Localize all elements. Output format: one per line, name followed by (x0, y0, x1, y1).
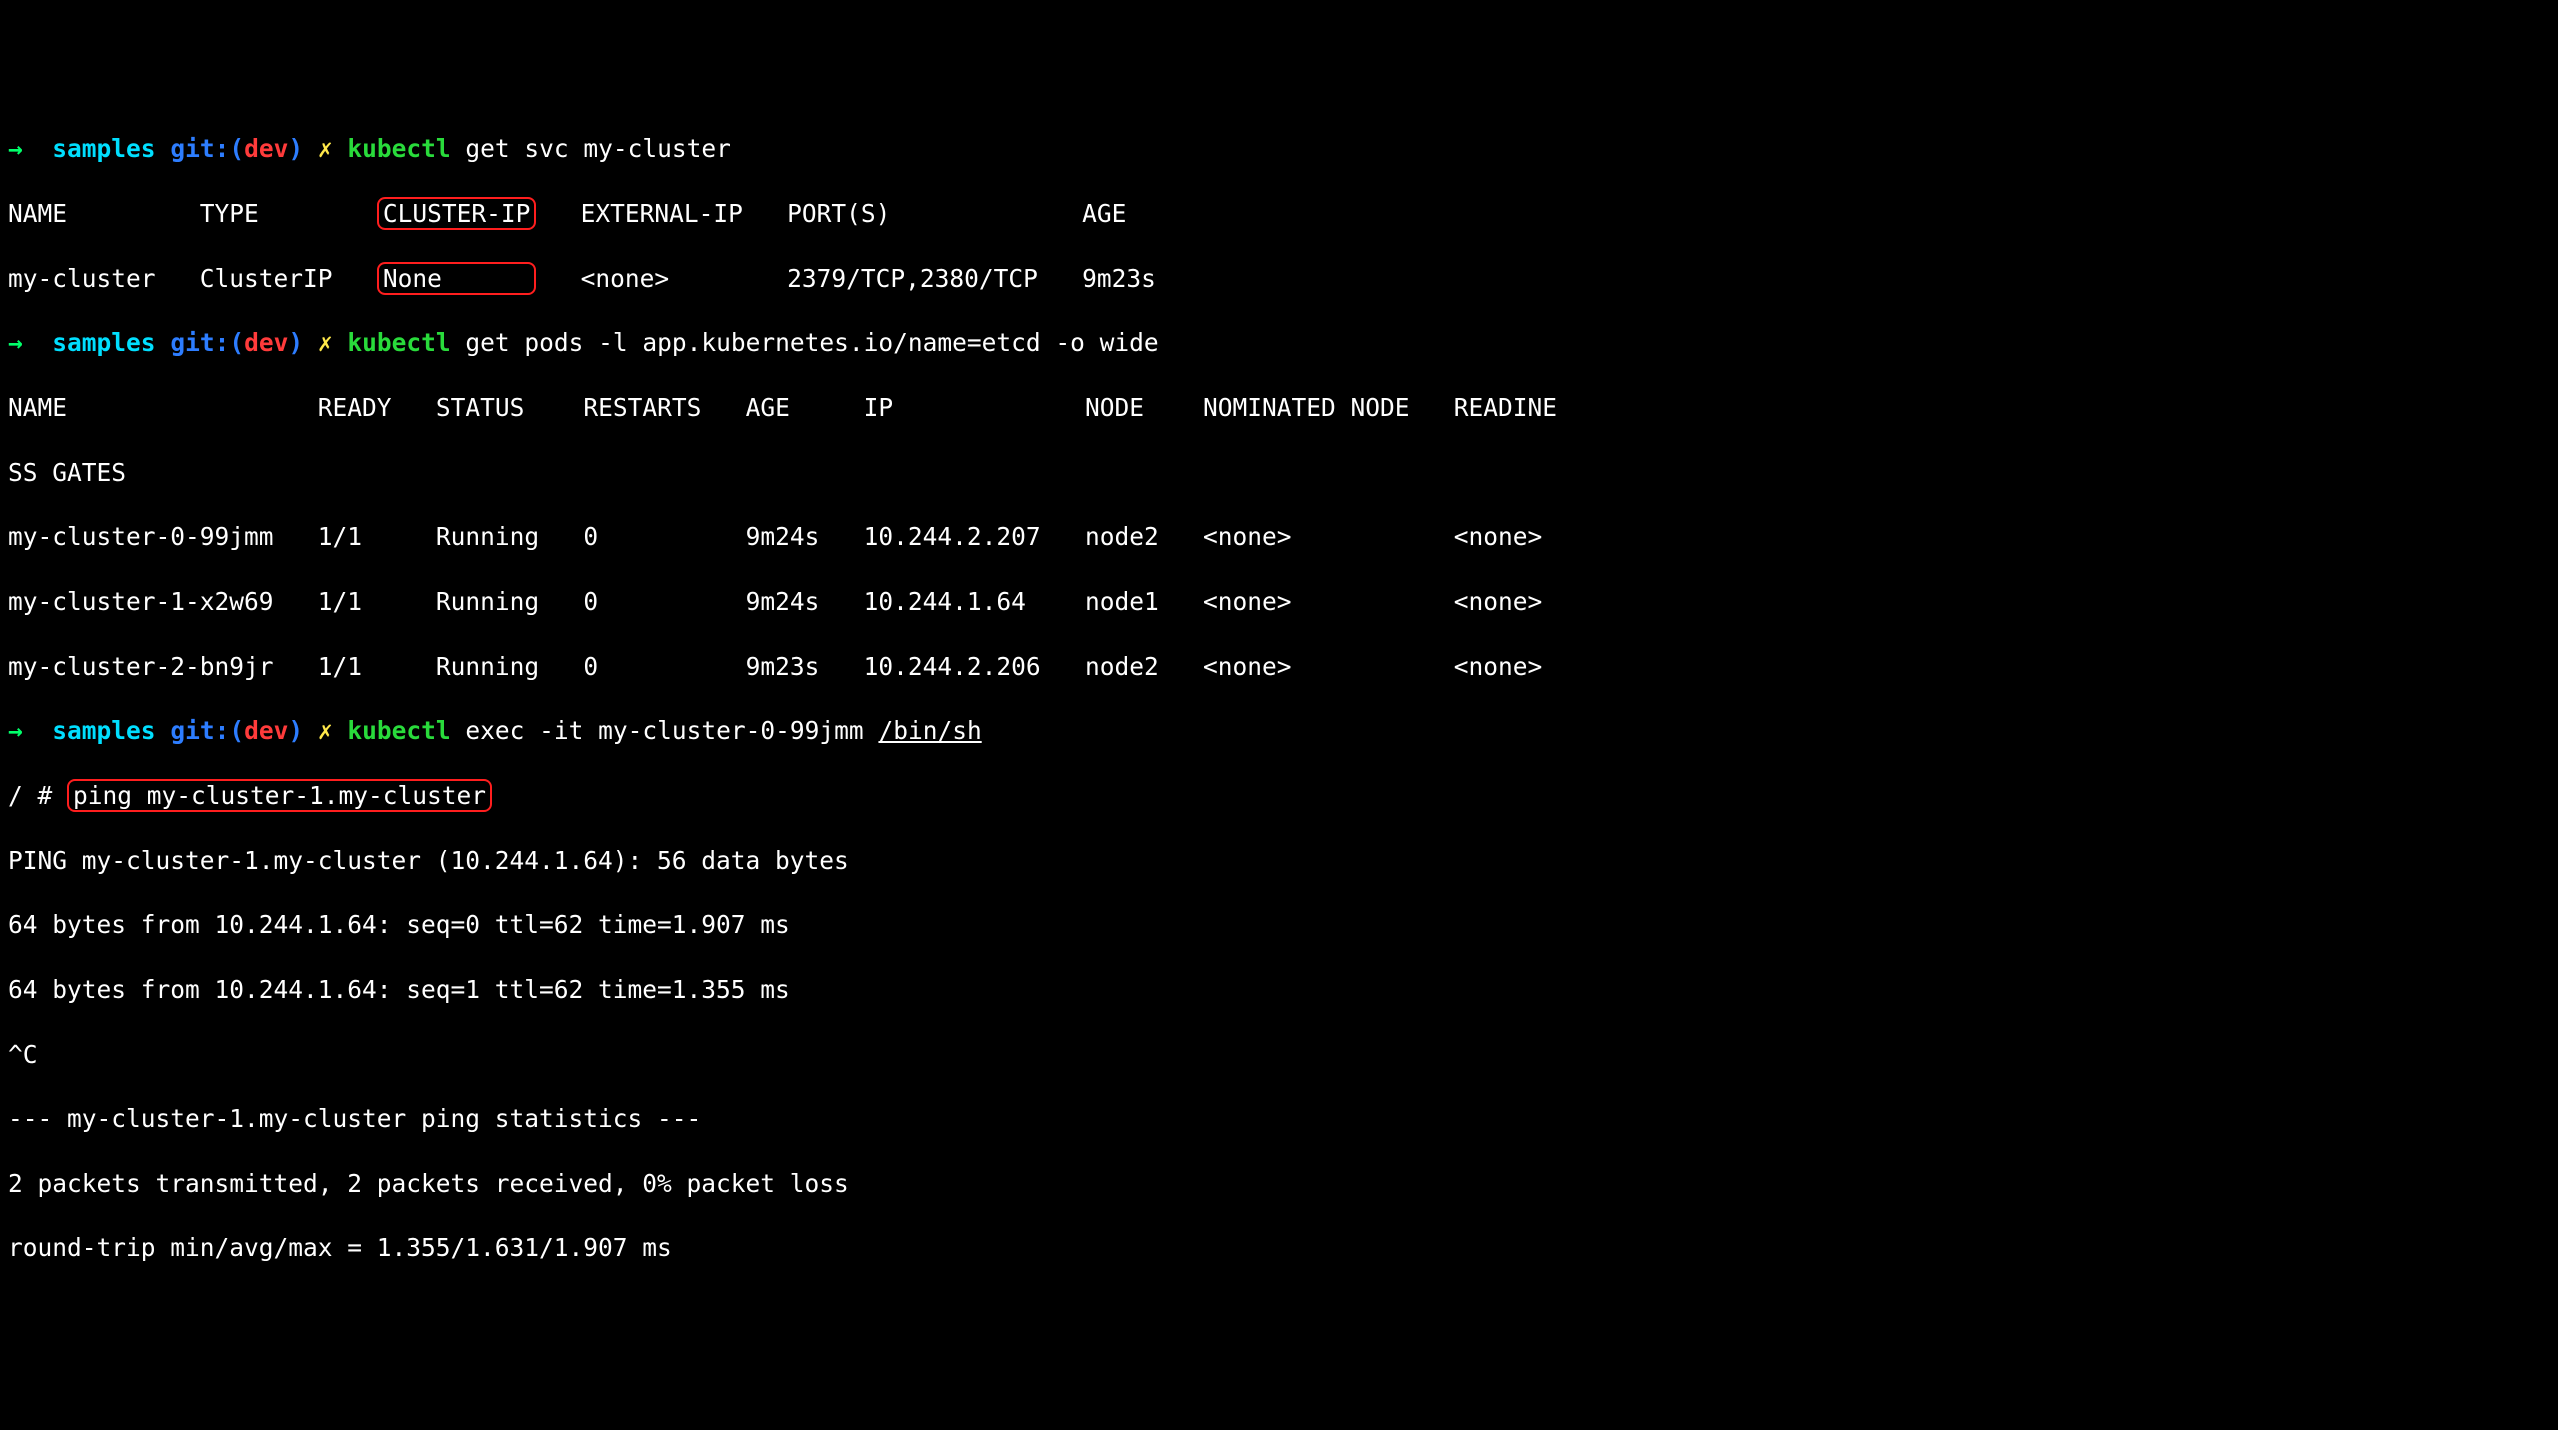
ping-output: PING my-cluster-1.my-cluster (10.244.1.6… (8, 845, 2550, 877)
col-age: AGE (746, 393, 790, 422)
svc-name: my-cluster (8, 264, 156, 293)
table-row: my-cluster-2-bn9jr 1/1 Running 0 9m23s 1… (8, 651, 2550, 683)
svc-type: ClusterIP (200, 264, 333, 293)
pod-age: 9m24s (746, 587, 820, 616)
col-readine: READINE (1454, 393, 1557, 422)
col-node: NODE (1085, 393, 1144, 422)
x-icon: ✗ (318, 716, 333, 745)
command-rest-b: /bin/sh (878, 716, 981, 745)
pod-nominated: <none> (1203, 587, 1292, 616)
ping-interrupt: ^C (8, 1039, 2550, 1071)
svc-externalip: <none> (581, 264, 670, 293)
command-word: kubectl (347, 134, 450, 163)
command-rest-a: exec -it my-cluster-0-99jmm (451, 716, 879, 745)
x-icon: ✗ (318, 134, 333, 163)
svc-header: NAME TYPE CLUSTER-IP EXTERNAL-IP PORT(S)… (8, 198, 2550, 230)
pod-ready: 1/1 (318, 652, 362, 681)
svc-clusterip: None (383, 264, 442, 293)
pod-name: my-cluster-1-x2w69 (8, 587, 274, 616)
git-branch: dev (244, 716, 288, 745)
pod-nominated: <none> (1203, 652, 1292, 681)
ping-stats: 2 packets transmitted, 2 packets receive… (8, 1168, 2550, 1200)
ping-stats-header: --- my-cluster-1.my-cluster ping statist… (8, 1103, 2550, 1135)
col-ip: IP (864, 393, 894, 422)
command-word: kubectl (347, 716, 450, 745)
pod-node: node2 (1085, 522, 1159, 551)
prompt-line-1[interactable]: → samples git:(dev) ✗ kubectl get svc my… (8, 133, 2550, 165)
ping-output: 64 bytes from 10.244.1.64: seq=1 ttl=62 … (8, 974, 2550, 1006)
prompt-line-3[interactable]: → samples git:(dev) ✗ kubectl exec -it m… (8, 715, 2550, 747)
col-status: STATUS (436, 393, 525, 422)
x-icon: ✗ (318, 328, 333, 357)
pod-node: node1 (1085, 587, 1159, 616)
pod-restarts: 0 (583, 652, 598, 681)
pod-age: 9m23s (746, 652, 820, 681)
pod-readine: <none> (1454, 652, 1543, 681)
col-externalip: EXTERNAL-IP (581, 199, 743, 228)
pod-ready: 1/1 (318, 587, 362, 616)
pod-status: Running (436, 587, 539, 616)
pod-readine: <none> (1454, 587, 1543, 616)
col-name: NAME (8, 199, 67, 228)
pod-name: my-cluster-2-bn9jr (8, 652, 274, 681)
command-rest: get svc my-cluster (451, 134, 731, 163)
ss-gates: SS GATES (8, 458, 126, 487)
pod-age: 9m24s (746, 522, 820, 551)
col-nominated: NOMINATED NODE (1203, 393, 1410, 422)
shell-command: ping my-cluster-1.my-cluster (73, 781, 486, 810)
pods-header-wrap: SS GATES (8, 457, 2550, 489)
highlight-box-clusterip-value: None (377, 262, 537, 295)
pod-restarts: 0 (583, 587, 598, 616)
prompt-dir: samples (52, 328, 155, 357)
pod-nominated: <none> (1203, 522, 1292, 551)
git-prefix: git:( (170, 134, 244, 163)
col-ready: READY (318, 393, 392, 422)
git-prefix: git:( (170, 716, 244, 745)
col-ports: PORT(S) (787, 199, 890, 228)
col-clusterip: CLUSTER-IP (383, 199, 531, 228)
git-branch: dev (244, 328, 288, 357)
prompt-dir: samples (52, 134, 155, 163)
svc-row: my-cluster ClusterIP None <none> 2379/TC… (8, 263, 2550, 295)
pod-ip: 10.244.2.206 (864, 652, 1041, 681)
git-prefix: git:( (170, 328, 244, 357)
pod-ready: 1/1 (318, 522, 362, 551)
prompt-arrow-icon: → (8, 134, 23, 163)
shell-prompt: / # (8, 781, 67, 810)
git-branch: dev (244, 134, 288, 163)
pod-restarts: 0 (583, 522, 598, 551)
prompt-line-2[interactable]: → samples git:(dev) ✗ kubectl get pods -… (8, 327, 2550, 359)
pod-ip: 10.244.2.207 (864, 522, 1041, 551)
highlight-box-clusterip-header: CLUSTER-IP (377, 197, 537, 230)
pod-ip: 10.244.1.64 (864, 587, 1026, 616)
col-age: AGE (1082, 199, 1126, 228)
prompt-dir: samples (52, 716, 155, 745)
table-row: my-cluster-0-99jmm 1/1 Running 0 9m24s 1… (8, 521, 2550, 553)
ping-output: 64 bytes from 10.244.1.64: seq=0 ttl=62 … (8, 909, 2550, 941)
ping-stats: round-trip min/avg/max = 1.355/1.631/1.9… (8, 1232, 2550, 1264)
col-restarts: RESTARTS (583, 393, 701, 422)
pods-header: NAME READY STATUS RESTARTS AGE IP NODE N… (8, 392, 2550, 424)
pod-status: Running (436, 652, 539, 681)
prompt-arrow-icon: → (8, 328, 23, 357)
svc-ports: 2379/TCP,2380/TCP (787, 264, 1038, 293)
git-suffix: ) (288, 716, 303, 745)
shell-prompt-line[interactable]: / # ping my-cluster-1.my-cluster (8, 780, 2550, 812)
pod-status: Running (436, 522, 539, 551)
git-suffix: ) (288, 328, 303, 357)
col-name: NAME (8, 393, 67, 422)
command-word: kubectl (347, 328, 450, 357)
table-row: my-cluster-1-x2w69 1/1 Running 0 9m24s 1… (8, 586, 2550, 618)
pod-readine: <none> (1454, 522, 1543, 551)
pod-node: node2 (1085, 652, 1159, 681)
git-suffix: ) (288, 134, 303, 163)
svc-age: 9m23s (1082, 264, 1156, 293)
prompt-arrow-icon: → (8, 716, 23, 745)
col-type: TYPE (200, 199, 259, 228)
highlight-box-ping-cmd: ping my-cluster-1.my-cluster (67, 779, 492, 812)
command-rest: get pods -l app.kubernetes.io/name=etcd … (451, 328, 1159, 357)
pod-name: my-cluster-0-99jmm (8, 522, 274, 551)
